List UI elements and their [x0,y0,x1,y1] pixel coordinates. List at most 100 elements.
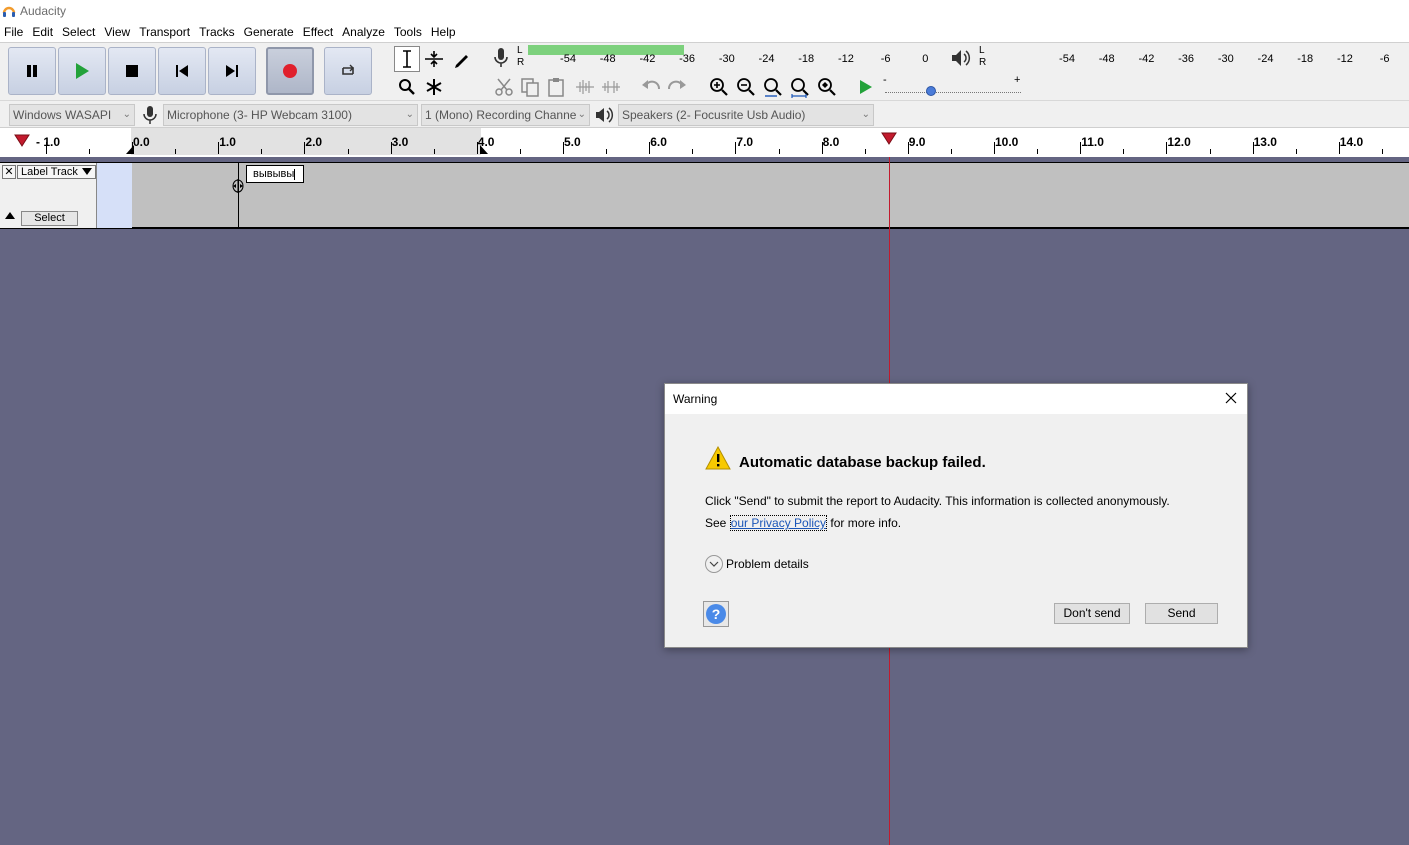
ruler-label-9: 8.0 [822,135,840,149]
ruler-tick [1037,149,1038,154]
label-text-box[interactable]: вывывы [246,165,304,183]
recording-device-select[interactable]: Microphone (3- HP Webcam 3100) ⌄ [163,104,418,126]
timeline-options-icon[interactable] [14,134,30,147]
track-select-button[interactable]: Select [21,211,78,226]
problem-details-toggle[interactable]: Problem details [705,555,809,573]
menu-view[interactable]: View [100,25,135,39]
menu-tools[interactable]: Tools [390,25,427,39]
envelope-icon [425,51,443,67]
multi-tool-button[interactable] [421,74,447,100]
recording-channels-select[interactable]: 1 (Mono) Recording Channe ⌄ [421,104,590,126]
play-meter-tick-1: -48 [1098,53,1115,65]
rec-meter-tick-8: -6 [880,53,891,65]
undo-icon[interactable] [640,77,662,97]
stop-icon [126,65,138,77]
trim-audio-icon[interactable] [574,77,596,97]
menu-analyze[interactable]: Analyze [338,25,390,39]
speed-slider-thumb[interactable] [925,85,937,97]
help-button[interactable]: ? [703,601,729,627]
transport-toolbar [8,47,374,99]
record-icon [283,64,297,78]
playback-device-select[interactable]: Speakers (2- Focusrite Usb Audio) ⌄ [618,104,874,126]
menu-tracks[interactable]: Tracks [195,25,240,39]
privacy-policy-link[interactable]: our Privacy Policy [729,515,828,531]
ruler-label-10: 9.0 [908,135,926,149]
zoom-tool-button[interactable] [394,74,420,100]
pause-button[interactable] [8,47,56,95]
speed-slider-track[interactable] [885,91,1021,93]
ruler-tick [175,149,176,154]
microphone-icon [143,106,157,124]
track-name-menu[interactable]: Label Track [17,165,96,179]
menu-transport[interactable]: Transport [135,25,195,39]
skip-to-end-button[interactable] [208,47,256,95]
send-button[interactable]: Send [1145,603,1218,624]
close-icon[interactable] [1223,390,1239,406]
silence-audio-icon[interactable] [600,77,622,97]
track-close-button[interactable]: ✕ [2,165,16,179]
cut-icon[interactable] [494,77,514,97]
stop-button[interactable] [108,47,156,95]
chevron-down-icon: ⌄ [577,109,586,120]
collapse-track-button[interactable] [2,211,18,225]
menu-file[interactable]: File [0,25,28,39]
zoom-toggle-icon[interactable] [817,77,837,97]
label-drag-handle[interactable] [231,178,245,194]
meter-right-channel-label: R [517,57,525,68]
toolbar-area: L R -54 -48 -42 -36 -30 -24 -18 -12 -6 0 L R -54-… [0,42,1409,100]
play-button[interactable] [58,47,106,95]
chevron-down-icon: ⌄ [405,109,414,120]
menu-select[interactable]: Select [58,25,100,39]
fit-project-icon[interactable] [790,77,810,99]
pause-icon [27,65,37,77]
draw-tool-button[interactable] [449,46,475,72]
edit-toolbar [488,73,633,101]
playback-left-channel-label: L [979,45,985,56]
paste-icon[interactable] [546,77,566,97]
ruler-tick [520,149,521,154]
ruler-tick [994,142,995,154]
play-meter-tick-7: -12 [1336,53,1353,65]
menu-effect[interactable]: Effect [299,25,338,39]
fit-selection-icon[interactable] [763,77,783,99]
rec-meter-tick-1: -48 [599,53,616,65]
rec-meter-tick-5: -24 [758,53,775,65]
menu-generate[interactable]: Generate [240,25,299,39]
dialog-message: Click "Send" to submit the report to Aud… [705,494,1170,508]
ruler-tick [822,142,823,154]
audio-host-select[interactable]: Windows WASAPI ⌄ [9,104,135,126]
undo-toolbar [636,73,696,101]
recording-meter[interactable]: L R -54 -48 -42 -36 -30 -24 -18 -12 -6 0 [488,45,928,71]
text-caret [294,168,296,180]
microphone-icon [494,48,508,67]
ruler-tick [46,142,47,154]
label-track[interactable]: ✕ Label Track Select вывывы [0,162,1409,229]
copy-icon[interactable] [520,77,540,97]
ruler-tick [1339,142,1340,154]
triangle-up-icon [5,212,15,219]
skip-to-start-button[interactable] [158,47,206,95]
menu-help[interactable]: Help [427,25,461,39]
track-name-label: Label Track [21,166,78,178]
pencil-icon [455,55,468,68]
dont-send-button[interactable]: Don't send [1054,603,1130,624]
selection-tool-button[interactable] [394,46,420,72]
zoom-out-icon[interactable] [736,77,756,97]
recording-device-value: Microphone (3- HP Webcam 3100) [167,108,352,122]
envelope-tool-button[interactable] [421,46,447,72]
record-button[interactable] [266,47,314,95]
menu-bar: File Edit Select View Transport Tracks G… [0,22,1409,42]
zoom-in-icon[interactable] [709,77,729,97]
label-text: вывывы [253,168,295,180]
timeline-ruler[interactable]: - 1.0 0.0 1.0 2.0 3.0 4.0 5.0 6.0 7.0 8.0 9.0 10.0 1… [0,127,1409,157]
ruler-label-4: 3.0 [391,135,409,149]
recording-channels-value: 1 (Mono) Recording Channe [425,108,577,122]
redo-icon[interactable] [666,77,688,97]
loop-button[interactable] [324,47,372,95]
ruler-tick [1210,149,1211,154]
ruler-tick [908,142,909,154]
play-head-marker-icon[interactable] [881,132,897,145]
playback-meter[interactable]: L R -54-48-42-36-30-24-18-12-60 [948,45,1409,71]
menu-edit[interactable]: Edit [28,25,58,39]
play-at-speed-icon[interactable] [857,78,875,96]
